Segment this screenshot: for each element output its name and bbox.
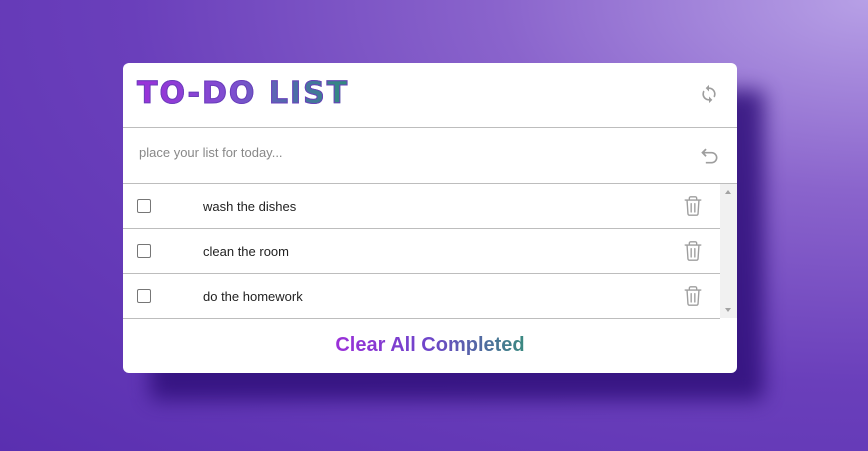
todo-input[interactable] <box>139 145 679 160</box>
todo-checkbox[interactable] <box>137 289 151 303</box>
delete-button[interactable] <box>682 195 704 217</box>
list-item: do the homework <box>123 274 720 319</box>
todo-text: wash the dishes <box>203 199 297 214</box>
trash-icon <box>684 286 702 306</box>
trash-icon <box>684 241 702 261</box>
delete-button[interactable] <box>682 240 704 262</box>
todo-list-area: wash the dishes clean the room do the ho… <box>123 184 737 319</box>
todo-list: wash the dishes clean the room do the ho… <box>123 184 720 319</box>
undo-icon <box>701 148 718 164</box>
refresh-icon <box>702 84 716 104</box>
todo-checkbox[interactable] <box>137 244 151 258</box>
app-title: TO-DO LIST <box>136 76 350 112</box>
header: TO-DO LIST <box>123 63 737 128</box>
todo-card: TO-DO LIST wash the dishes <box>123 63 737 373</box>
todo-checkbox[interactable] <box>137 199 151 213</box>
undo-button[interactable] <box>700 146 720 166</box>
input-row <box>123 128 737 184</box>
delete-button[interactable] <box>682 285 704 307</box>
clear-completed-button[interactable]: Clear All Completed <box>335 318 524 373</box>
todo-text: clean the room <box>203 244 289 259</box>
list-scrollbar[interactable] <box>720 184 737 318</box>
trash-icon <box>684 196 702 216</box>
scroll-down-arrow-icon[interactable] <box>725 308 731 312</box>
scroll-up-arrow-icon[interactable] <box>725 190 731 194</box>
refresh-button[interactable] <box>699 84 719 104</box>
list-item: clean the room <box>123 229 720 274</box>
list-item: wash the dishes <box>123 184 720 229</box>
todo-text: do the homework <box>203 289 303 304</box>
footer: Clear All Completed <box>123 318 737 373</box>
